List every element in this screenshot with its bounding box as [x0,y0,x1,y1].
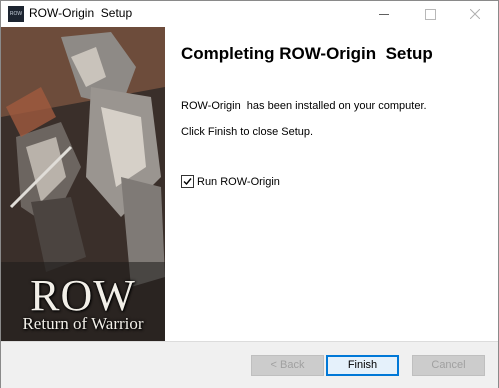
run-app-option[interactable]: Run ROW-Origin [181,175,280,188]
checkmark-icon [183,178,192,186]
run-app-label[interactable]: Run ROW-Origin [197,176,280,188]
wizard-banner-image: ROW Return of Warrior [1,27,165,341]
minimize-button[interactable] [362,1,406,27]
minimize-icon [379,13,389,15]
finish-instruction: Click Finish to close Setup. [181,126,314,138]
button-bar: < Back Finish Cancel [1,341,498,388]
close-icon [470,9,480,19]
maximize-icon [424,8,436,20]
cancel-button[interactable]: Cancel [412,355,485,376]
app-icon: ROW [8,6,24,22]
back-button[interactable]: < Back [251,355,324,376]
setup-window: ROW ROW-Origin Setup ROW Return of Warri… [0,0,499,388]
title-bar[interactable]: ROW ROW-Origin Setup [1,1,498,27]
close-button[interactable] [453,1,497,27]
window-title: ROW-Origin Setup [29,6,133,20]
maximize-button[interactable] [408,1,452,27]
page-title: Completing ROW-Origin Setup [181,44,433,63]
game-logo-subtitle: Return of Warrior [22,314,144,333]
run-app-checkbox[interactable] [181,175,194,188]
installed-message: ROW-Origin has been installed on your co… [181,100,427,112]
finish-button[interactable]: Finish [326,355,399,376]
